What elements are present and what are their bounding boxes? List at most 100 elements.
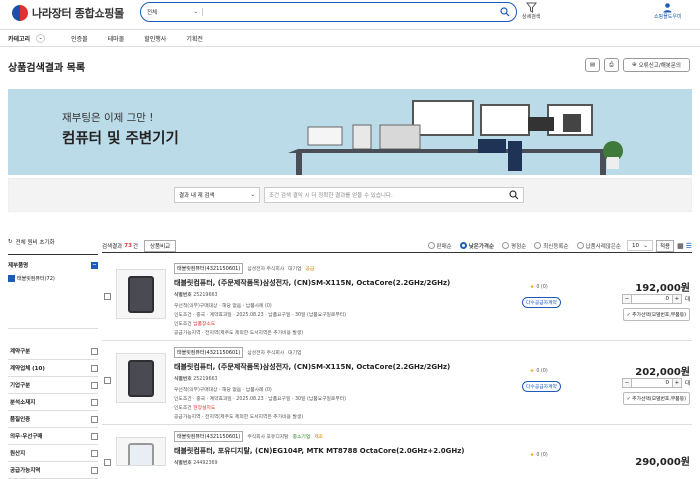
product-name[interactable]: 태블릿컴퓨터, (주문제작품목)삼성전자, (CN)SM-X115N, Octa… xyxy=(174,278,534,288)
expand-icon[interactable] xyxy=(91,466,98,474)
quantity-input[interactable]: 0 xyxy=(631,294,672,304)
sort-delivery-cases[interactable]: 납품사례많은순 xyxy=(576,242,621,250)
search-icon[interactable] xyxy=(509,190,519,200)
quantity-input[interactable]: 0 xyxy=(631,378,672,388)
increase-button[interactable]: + xyxy=(671,378,682,388)
apply-button[interactable]: 적용 xyxy=(655,239,675,252)
expand-icon[interactable] xyxy=(91,432,98,440)
sort-rating[interactable]: 평점순 xyxy=(502,242,526,250)
product-row[interactable]: 태블릿컴퓨터(4321150601) 삼성전자 주식회사 대기업 공급 태블릿컴… xyxy=(102,257,692,341)
expand-icon[interactable] xyxy=(91,415,98,423)
delivery-condition: 납품장소도 xyxy=(193,322,216,327)
expand-icon[interactable] xyxy=(91,347,98,355)
chevron-down-icon: ⌄ xyxy=(250,192,255,198)
product-image[interactable] xyxy=(116,437,166,466)
sort-newest[interactable]: 최신등록순 xyxy=(534,242,569,250)
mall-guide-button[interactable]: 쇼핑몰도우미 xyxy=(654,2,682,20)
product-id: 24492369 xyxy=(193,461,218,466)
decrease-button[interactable]: − xyxy=(621,378,632,388)
filter-company-type[interactable]: 기업구분 xyxy=(8,377,98,394)
collapse-icon[interactable]: − xyxy=(91,261,98,269)
nav-special-exhibition[interactable]: 기획전 xyxy=(186,34,203,43)
rating: ★ 0 (0) xyxy=(530,453,548,458)
supply-region: 공급가능지역 · 전지역(제주도 제외한 도서지역은 추가비용 발생) xyxy=(174,331,304,336)
siren-icon: ⊕ xyxy=(632,62,637,68)
list-view-icon[interactable]: ☰ xyxy=(686,242,692,250)
filter-scope-select[interactable]: 결과 내 재 검색 ⌄ xyxy=(174,187,260,203)
sort-sales[interactable]: 판매순 xyxy=(427,242,452,250)
search-icon[interactable] xyxy=(500,7,510,17)
product-price: 202,000원 xyxy=(635,367,690,378)
filter-supply-region[interactable]: 공급가능지역 xyxy=(8,462,98,479)
nav-discount-event[interactable]: 할인행사 xyxy=(144,34,166,43)
product-image[interactable] xyxy=(116,269,166,319)
contract-info: 인도조건 · 중국 · 계약효과일 · 2025.08.23 · 납품요구일 ·… xyxy=(174,313,347,318)
category-menu[interactable]: 카테고리 xyxy=(8,34,30,43)
product-checkbox[interactable] xyxy=(104,293,111,300)
increase-button[interactable]: + xyxy=(671,294,682,304)
supply-region: 공급가능지역 · 전지역(제주도 제외한 도서지역은 추가비용 발생) xyxy=(174,415,304,420)
product-image[interactable] xyxy=(116,353,166,403)
expand-icon[interactable] xyxy=(91,381,98,389)
maker-checkbox[interactable] xyxy=(8,275,15,282)
vendor-name[interactable]: 삼성전자 주식회사 xyxy=(247,265,284,272)
add-option-button[interactable]: ✓ 추가선택(모델번호,부품등) xyxy=(622,308,690,321)
product-id: 25219663 xyxy=(193,377,218,382)
delivery-condition: 현장설치도 xyxy=(193,406,216,411)
vendor-name[interactable]: 주식회사 포유디지탈 xyxy=(247,433,288,440)
star-icon: ★ xyxy=(530,369,535,374)
grid-view-icon[interactable]: ▦ xyxy=(677,242,684,250)
star-icon: ★ xyxy=(530,285,535,290)
filter-priority-purchase[interactable]: 의무·우선구매 xyxy=(8,428,98,445)
expand-icon[interactable] xyxy=(91,364,98,372)
sort-low-price[interactable]: 낮은가격순 xyxy=(459,242,494,250)
filter-contract-vendor[interactable]: 계약업체 (10) xyxy=(8,360,98,377)
filter-origin[interactable]: 원산지 xyxy=(8,445,98,462)
vendor-name[interactable]: 삼성전자 주식회사 xyxy=(247,349,284,356)
compare-button[interactable]: 상품비교 xyxy=(143,239,177,252)
quantity-stepper[interactable]: − 0 + 대 xyxy=(621,378,690,388)
product-row[interactable]: 태블릿컴퓨터(4321150601) 주식회사 포유디지탈 중소기업 제조 태블… xyxy=(102,425,692,468)
reset-filters-button[interactable]: ↻ 전체 원비 초기화 xyxy=(8,238,98,255)
company-size-badge: 대기업 xyxy=(288,351,302,356)
expand-icon[interactable] xyxy=(91,398,98,406)
search-category-select[interactable]: 전체 ⌄ xyxy=(147,8,203,16)
category-tag[interactable]: 태블릿컴퓨터(4321150601) xyxy=(174,347,244,358)
expand-icon[interactable] xyxy=(91,449,98,457)
error-report-button[interactable]: ⊕ 오류신고/해봇문의 xyxy=(623,58,690,72)
product-name[interactable]: 태블릿컴퓨터, (주문제작품목)삼성전자, (CN)SM-X115N, Octa… xyxy=(174,362,534,372)
chevron-down-icon: ⌄ xyxy=(193,9,198,15)
per-page-select[interactable]: 10 ⌄ xyxy=(626,240,653,251)
tablet-image xyxy=(128,275,154,313)
product-name[interactable]: 태블릿컴퓨터, 포유디지탈, (CN)EG104P, MTK MT8788 Oc… xyxy=(174,446,534,456)
category-tag[interactable]: 태블릿컴퓨터(4321150601) xyxy=(174,431,244,442)
print-button[interactable]: ⎙ xyxy=(604,58,619,72)
search-input[interactable] xyxy=(207,8,500,16)
maker-option[interactable]: 태블릿컴퓨터(72) xyxy=(8,275,98,329)
add-option-button[interactable]: ✓ 추가선택(모델번호,부품등) xyxy=(622,392,690,405)
detail-search-button[interactable]: 상세검색 xyxy=(522,2,540,20)
nav-certified-mall[interactable]: 인증몰 xyxy=(71,34,88,43)
site-logo[interactable]: 나라장터 종합쇼핑몰 xyxy=(12,5,124,21)
site-name: 나라장터 종합쇼핑몰 xyxy=(32,7,124,20)
product-row[interactable]: 태블릿컴퓨터(4321150601) 삼성전자 주식회사 대기업 태블릿컴퓨터,… xyxy=(102,341,692,425)
rating: ★ 0 (0) xyxy=(530,369,548,374)
filter-contract-type[interactable]: 계약구분 xyxy=(8,343,98,360)
download-button[interactable]: ▤ xyxy=(585,58,600,72)
category-chevron-icon[interactable]: ⌄ xyxy=(36,33,46,43)
filter-keyword-input[interactable]: 조건 검색 결익 시 더 정확한 결과를 얻을 수 있습니다. xyxy=(264,187,524,203)
supply-badge: 공급 xyxy=(305,267,315,272)
product-checkbox[interactable] xyxy=(104,377,111,384)
radio-selected-icon xyxy=(459,242,467,249)
decrease-button[interactable]: − xyxy=(621,294,632,304)
product-checkbox[interactable] xyxy=(104,459,111,466)
contract-type-badge: 다수공급자계약 xyxy=(522,297,561,308)
filter-quality-cert[interactable]: 품질인증 xyxy=(8,411,98,428)
quantity-stepper[interactable]: − 0 + 대 xyxy=(621,294,690,304)
tablet-image xyxy=(128,359,154,397)
company-size-badge: 중소기업 xyxy=(292,435,311,440)
maker-filter-header[interactable]: 제부품명 − xyxy=(8,261,98,269)
filter-location[interactable]: 분석소재지 xyxy=(8,394,98,411)
category-tag[interactable]: 태블릿컴퓨터(4321150601) xyxy=(174,263,244,274)
nav-theme-mall[interactable]: 테마몰 xyxy=(108,34,125,43)
